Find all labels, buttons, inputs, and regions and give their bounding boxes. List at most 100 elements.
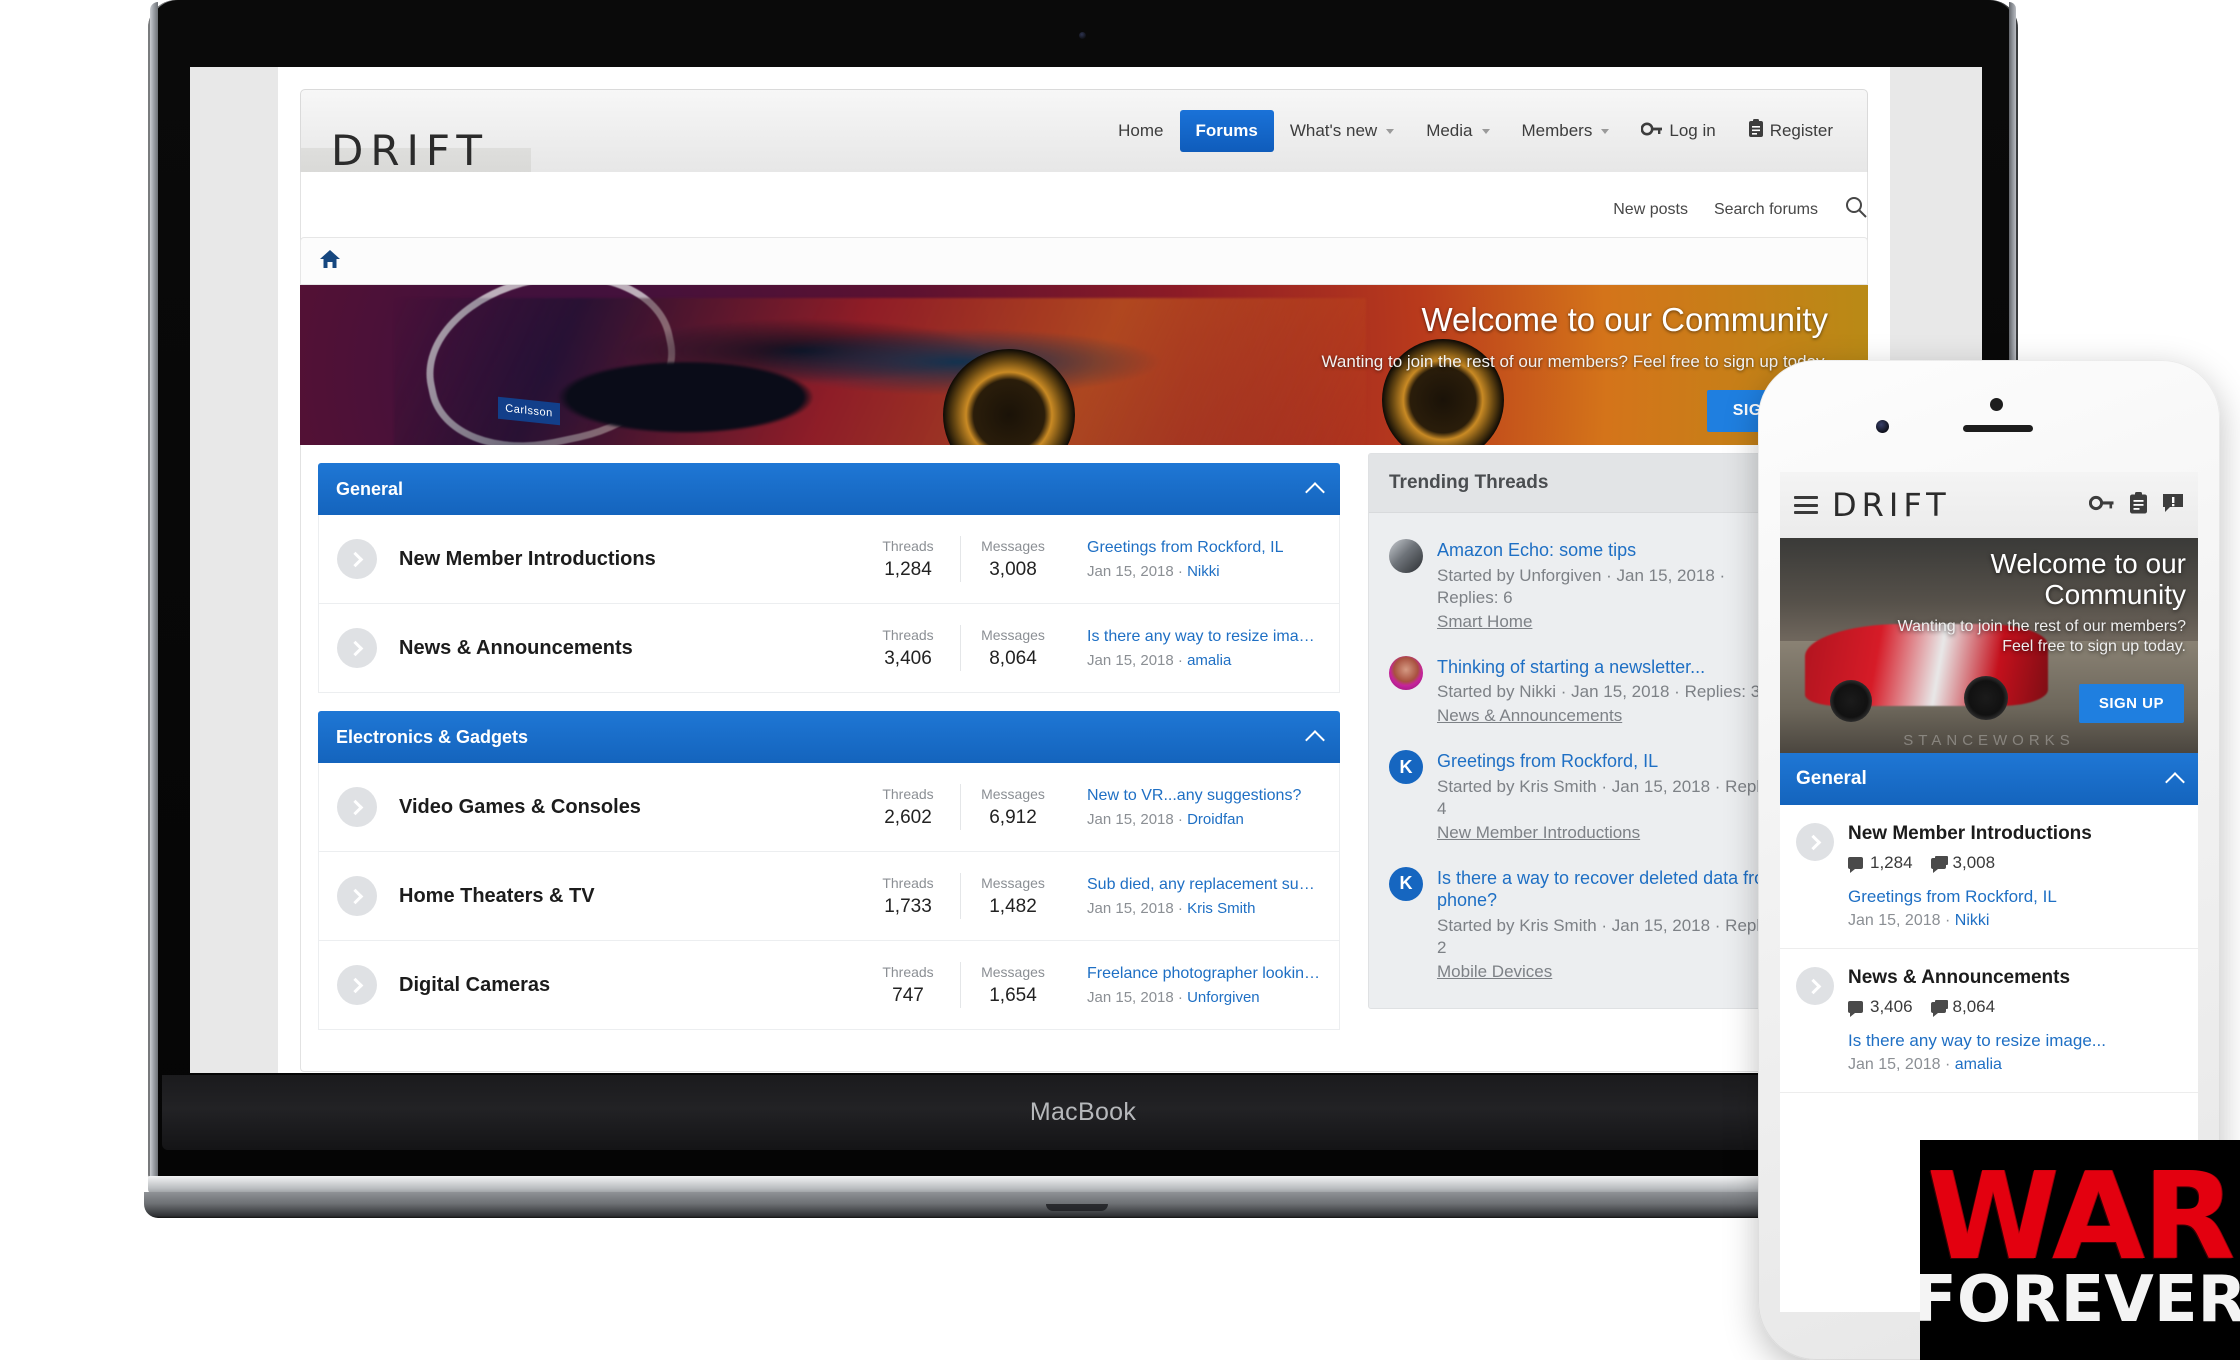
last-post: Greetings from Rockford, IL Jan 15, 2018…: [1061, 539, 1321, 580]
forum-arrow-icon: [337, 965, 377, 1005]
breadcrumb: [300, 237, 1868, 285]
trending-title[interactable]: Thinking of starting a newsletter...: [1437, 656, 1787, 679]
home-icon[interactable]: [319, 249, 341, 274]
last-post-title[interactable]: Greetings from Rockford, IL: [1848, 887, 2182, 907]
last-post-title[interactable]: Is there any way to resize image...: [1848, 1031, 2182, 1051]
trending-title[interactable]: Greetings from Rockford, IL: [1437, 750, 1787, 773]
last-post-user[interactable]: Nikki: [1955, 912, 1990, 929]
avatar[interactable]: K: [1389, 866, 1423, 901]
phone-hero-text: Welcome to our Community Wanting to join…: [1886, 548, 2186, 657]
phone-forum-title[interactable]: News & Announcements: [1848, 967, 2182, 989]
last-post-user[interactable]: Droidfan: [1187, 811, 1244, 828]
phone-signup-button[interactable]: SIGN UP: [2078, 684, 2184, 723]
list-item[interactable]: K Is there a way to recover deleted data…: [1389, 849, 1787, 988]
threads-value: 2,602: [884, 806, 932, 828]
trending-forum-link[interactable]: New Member Introductions: [1437, 823, 1640, 843]
forum-title[interactable]: News & Announcements: [399, 637, 860, 660]
last-post-title[interactable]: Is there any way to resize image...: [1087, 628, 1321, 646]
last-post-title[interactable]: New to VR...any suggestions?: [1087, 787, 1321, 805]
nav-item-media[interactable]: Media: [1410, 110, 1505, 152]
forum-title[interactable]: Home Theaters & TV: [399, 885, 860, 908]
search-icon[interactable]: [1844, 195, 1868, 224]
forum-title[interactable]: Digital Cameras: [399, 974, 860, 997]
messages-count: 3,008: [1930, 853, 1995, 873]
category-header[interactable]: Electronics & Gadgets: [318, 711, 1340, 763]
divider: [960, 784, 961, 830]
nav-item-members[interactable]: Members: [1506, 110, 1626, 152]
avatar[interactable]: [1389, 655, 1423, 690]
hero-wheel: [1830, 679, 1873, 722]
chevron-up-icon[interactable]: [2165, 772, 2185, 792]
last-post-user[interactable]: amalia: [1955, 1056, 2002, 1073]
chevron-up-icon[interactable]: [1305, 730, 1325, 750]
list-item[interactable]: K Greetings from Rockford, IL Started by…: [1389, 732, 1787, 849]
laptop-chin: MacBook: [162, 1075, 2004, 1150]
divider: [960, 536, 961, 582]
key-icon[interactable]: [2088, 494, 2115, 517]
phone-hero-title-line1: Welcome to our: [1990, 548, 2186, 579]
list-item[interactable]: Amazon Echo: some tips Started by Unforg…: [1389, 521, 1787, 638]
trending-forum-link[interactable]: News & Announcements: [1437, 706, 1622, 726]
last-post: Is there any way to resize image... Jan …: [1061, 628, 1321, 669]
threads-value: 747: [892, 984, 924, 1006]
messages-label: Messages: [981, 537, 1045, 554]
alert-icon[interactable]: [2162, 493, 2184, 518]
last-post-title[interactable]: Sub died, any replacement sugg...: [1087, 876, 1321, 894]
menu-icon[interactable]: [1794, 496, 1818, 514]
nav-item-home[interactable]: Home: [1102, 110, 1179, 152]
last-post-title[interactable]: Freelance photographer looking ...: [1087, 965, 1321, 983]
list-item[interactable]: Thinking of starting a newsletter... Sta…: [1389, 638, 1787, 733]
meta-separator: ·: [1177, 899, 1188, 917]
avatar[interactable]: K: [1389, 750, 1423, 785]
last-post-user[interactable]: amalia: [1187, 652, 1231, 669]
trending-title[interactable]: Amazon Echo: some tips: [1437, 539, 1787, 562]
forum-row[interactable]: Video Games & Consoles Threads 2,602 Mes…: [318, 763, 1340, 852]
new-posts-link[interactable]: New posts: [1613, 201, 1688, 219]
messages-stat: Messages 3,008: [965, 538, 1061, 581]
forum-title[interactable]: New Member Introductions: [399, 548, 860, 571]
meta-separator: ·: [1177, 651, 1188, 669]
phone-site-logo[interactable]: DRIFT: [1832, 486, 2075, 524]
phone-header: DRIFT: [1780, 472, 2198, 538]
site-logo[interactable]: DRIFT: [331, 126, 489, 175]
trending-forum-link[interactable]: Mobile Devices: [1437, 962, 1552, 982]
login-button[interactable]: Log in: [1625, 110, 1731, 153]
forum-arrow-icon: [337, 876, 377, 916]
avatar[interactable]: [1389, 539, 1423, 573]
threads-value: 3,406: [884, 647, 932, 669]
chevron-up-icon[interactable]: [1305, 482, 1325, 502]
last-post-user[interactable]: Nikki: [1187, 563, 1220, 580]
forum-title[interactable]: Video Games & Consoles: [399, 796, 860, 819]
category-header[interactable]: General: [318, 463, 1340, 515]
phone-category-header[interactable]: General: [1780, 753, 2198, 805]
clipboard-icon[interactable]: [2129, 491, 2148, 519]
forum-row[interactable]: Digital Cameras Threads 747 Messages 1,6…: [318, 941, 1340, 1030]
last-post: New to VR...any suggestions? Jan 15, 201…: [1061, 787, 1321, 828]
last-post-user[interactable]: Unforgiven: [1187, 989, 1260, 1006]
phone-forum-row[interactable]: News & Announcements 3,406 8,064 Is ther…: [1780, 949, 2198, 1093]
trending-title[interactable]: Is there a way to recover deleted data f…: [1437, 867, 1787, 912]
screenshot-stage: DRIFT Home Forums What's new Media Membe…: [0, 0, 2240, 1360]
search-forums-link[interactable]: Search forums: [1714, 201, 1818, 219]
forum-row[interactable]: New Member Introductions Threads 1,284 M…: [318, 515, 1340, 604]
hero-wheel: [1963, 675, 2008, 720]
register-button[interactable]: Register: [1732, 108, 1849, 154]
message-icon: [1930, 857, 1946, 873]
last-post-user[interactable]: Kris Smith: [1187, 900, 1255, 917]
hero-banner: Carlsson Welcome to our Community Wantin…: [300, 285, 1868, 445]
nav-item-forums[interactable]: Forums: [1179, 110, 1274, 152]
forum-row[interactable]: News & Announcements Threads 3,406 Messa…: [318, 604, 1340, 693]
forum-row[interactable]: Home Theaters & TV Threads 1,733 Message…: [318, 852, 1340, 941]
phone-forum-title[interactable]: New Member Introductions: [1848, 823, 2182, 845]
last-post-title[interactable]: Greetings from Rockford, IL: [1087, 539, 1321, 557]
category-title: Electronics & Gadgets: [336, 726, 529, 747]
meta-separator: ·: [1944, 1056, 1955, 1073]
trending-forum-link[interactable]: Smart Home: [1437, 612, 1532, 632]
nav-label: What's new: [1289, 121, 1378, 140]
phone-category-title: General: [1796, 768, 1867, 789]
nav-item-whats-new[interactable]: What's new: [1274, 110, 1410, 152]
messages-label: Messages: [981, 874, 1045, 891]
messages-value: 8,064: [1952, 997, 1996, 1016]
messages-stat: Messages 1,654: [965, 964, 1061, 1007]
phone-forum-row[interactable]: New Member Introductions 1,284 3,008 Gre…: [1780, 805, 2198, 949]
